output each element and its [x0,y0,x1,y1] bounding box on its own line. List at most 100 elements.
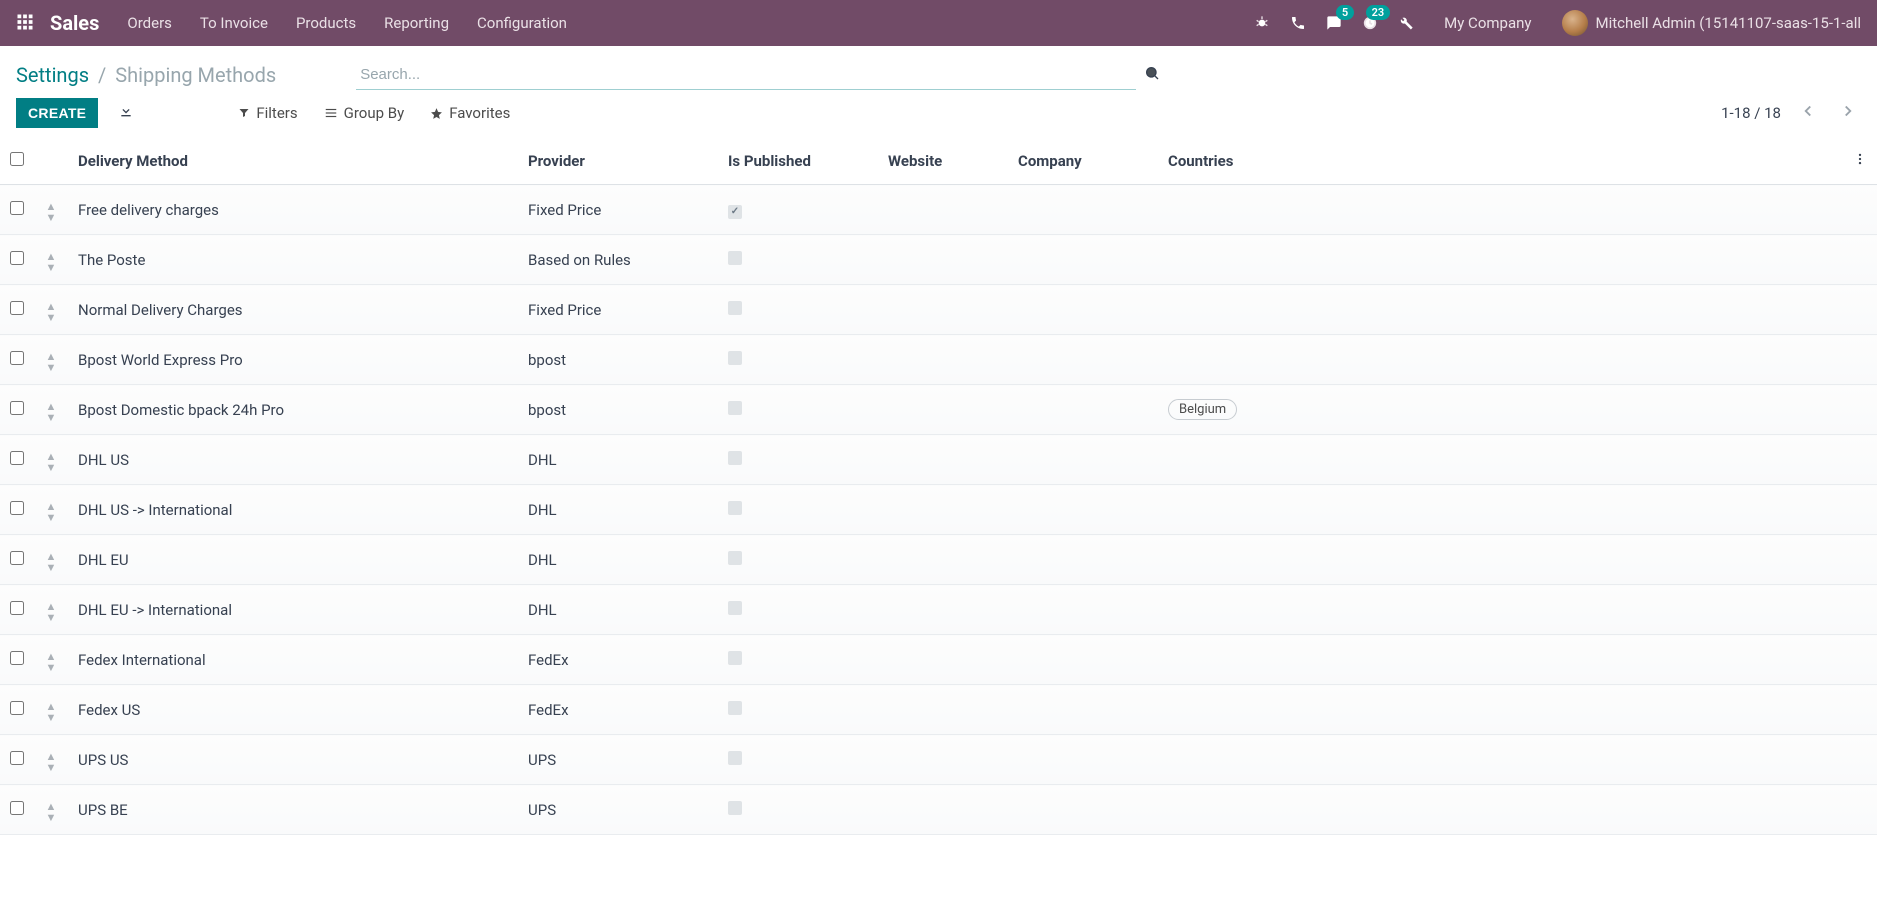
drag-handle-icon[interactable]: ▲▼ [46,251,57,273]
messages-badge: 5 [1336,5,1354,20]
header-countries[interactable]: Countries [1158,138,1843,185]
row-checkbox[interactable] [10,451,24,465]
download-icon[interactable] [118,103,134,123]
row-checkbox[interactable] [10,801,24,815]
row-checkbox[interactable] [10,701,24,715]
pager-prev[interactable] [1795,100,1821,126]
cell-website [878,785,1008,835]
menu-orders[interactable]: Orders [127,14,172,32]
table-row[interactable]: ▲▼Free delivery chargesFixed Price [0,185,1877,235]
drag-handle-icon[interactable]: ▲▼ [46,801,57,823]
drag-handle-icon[interactable]: ▲▼ [46,601,57,623]
row-checkbox[interactable] [10,301,24,315]
country-tag[interactable]: Belgium [1168,399,1237,420]
row-checkbox[interactable] [10,351,24,365]
row-checkbox[interactable] [10,601,24,615]
activity-icon[interactable]: 23 [1362,15,1378,31]
company-selector[interactable]: My Company [1444,14,1531,32]
cell-published [718,285,878,335]
drag-handle-icon[interactable]: ▲▼ [46,651,57,673]
table-row[interactable]: ▲▼Normal Delivery ChargesFixed Price [0,285,1877,335]
header-provider[interactable]: Provider [518,138,718,185]
wrench-icon[interactable] [1398,15,1414,31]
header-company[interactable]: Company [1008,138,1158,185]
drag-handle-icon[interactable]: ▲▼ [46,301,57,323]
row-checkbox[interactable] [10,651,24,665]
cell-company [1008,485,1158,535]
search-icon[interactable] [1144,65,1160,85]
breadcrumb-active: Shipping Methods [115,63,276,87]
drag-handle-icon[interactable]: ▲▼ [46,401,57,423]
select-all-checkbox[interactable] [10,152,24,166]
drag-handle-icon[interactable]: ▲▼ [46,351,57,373]
cell-website [878,685,1008,735]
table-row[interactable]: ▲▼Bpost World Express Probpost [0,335,1877,385]
cell-published [718,785,878,835]
apps-icon[interactable] [16,13,36,33]
row-checkbox[interactable] [10,501,24,515]
header-website[interactable]: Website [878,138,1008,185]
table-row[interactable]: ▲▼DHL US -> InternationalDHL [0,485,1877,535]
published-indicator-icon [728,801,742,815]
cell-provider: Based on Rules [518,235,718,285]
create-button[interactable]: CREATE [16,98,98,128]
phone-icon[interactable] [1290,15,1306,31]
cell-website [878,385,1008,435]
cell-company [1008,285,1158,335]
pager-next[interactable] [1835,100,1861,126]
table-row[interactable]: ▲▼ Fedex USFedEx [0,685,1877,735]
cell-provider: bpost [518,335,718,385]
drag-handle-icon[interactable]: ▲▼ [46,501,57,523]
header-method[interactable]: Delivery Method [68,138,518,185]
pager-value[interactable]: 1-18 / 18 [1721,104,1781,122]
navbar: Sales Orders To Invoice Products Reporti… [0,0,1877,46]
cell-method: Fedex International [68,635,518,685]
user-menu[interactable]: Mitchell Admin (15141107-saas-15-1-all [1562,10,1862,36]
row-checkbox[interactable] [10,401,24,415]
row-checkbox[interactable] [10,751,24,765]
drag-handle-icon[interactable]: ▲▼ [46,701,57,723]
cell-provider: FedEx [518,685,718,735]
search-input[interactable] [356,60,1136,90]
header-published[interactable]: Is Published [718,138,878,185]
table-row[interactable]: ▲▼DHL EUDHL [0,535,1877,585]
row-checkbox[interactable] [10,251,24,265]
cell-countries [1158,285,1843,335]
app-brand[interactable]: Sales [50,11,99,35]
columns-menu-icon[interactable] [1843,138,1877,185]
table-row[interactable]: ▲▼Bpost Domestic bpack 24h ProbpostBelgi… [0,385,1877,435]
menu-to-invoice[interactable]: To Invoice [200,14,268,32]
drag-handle-icon[interactable]: ▲▼ [46,551,57,573]
menu-reporting[interactable]: Reporting [384,14,449,32]
cell-website [878,335,1008,385]
row-checkbox[interactable] [10,201,24,215]
drag-handle-icon[interactable]: ▲▼ [46,451,57,473]
cell-countries: Belgium [1158,385,1843,435]
cell-method: DHL EU [68,535,518,585]
cell-method: UPS BE [68,785,518,835]
group-by-button[interactable]: Group By [324,104,405,122]
bug-icon[interactable] [1254,15,1270,31]
table-row[interactable]: ▲▼UPS USUPS [0,735,1877,785]
cell-published [718,635,878,685]
table-row[interactable]: ▲▼The PosteBased on Rules [0,235,1877,285]
drag-handle-icon[interactable]: ▲▼ [46,201,57,223]
cell-method: Fedex US [68,685,518,735]
favorites-button[interactable]: Favorites [430,104,510,122]
row-checkbox[interactable] [10,551,24,565]
breadcrumb-root[interactable]: Settings [16,63,89,87]
table-row[interactable]: ▲▼UPS BEUPS [0,785,1877,835]
published-indicator-icon [728,301,742,315]
drag-handle-icon[interactable]: ▲▼ [46,751,57,773]
messages-icon[interactable]: 5 [1326,15,1342,31]
cell-countries [1158,635,1843,685]
table-row[interactable]: ▲▼Fedex InternationalFedEx [0,635,1877,685]
cell-company [1008,335,1158,385]
table-row[interactable]: ▲▼DHL USDHL [0,435,1877,485]
menu-configuration[interactable]: Configuration [477,14,567,32]
menu-products[interactable]: Products [296,14,356,32]
table-row[interactable]: ▲▼DHL EU -> InternationalDHL [0,585,1877,635]
cell-countries [1158,735,1843,785]
breadcrumb: Settings / Shipping Methods [16,63,276,87]
filters-button[interactable]: Filters [238,104,297,122]
